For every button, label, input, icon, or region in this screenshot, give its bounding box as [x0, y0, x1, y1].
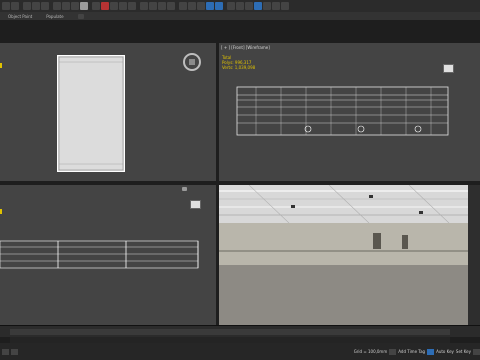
view-cube-icon[interactable]	[190, 200, 201, 209]
window-crossing-icon[interactable]	[80, 2, 88, 10]
unlink-icon[interactable]	[32, 2, 40, 10]
auto-key-label[interactable]: Auto Key	[436, 349, 454, 354]
command-panel-edge[interactable]	[468, 185, 480, 325]
auto-key-toggle[interactable]	[427, 348, 435, 355]
status-bar: Grid = 100,0mm Add Time Tag Auto Key Set…	[0, 343, 480, 360]
bind-icon[interactable]	[41, 2, 49, 10]
snap-icon[interactable]	[140, 2, 148, 10]
ceiling-truss	[219, 185, 468, 224]
hall-floor	[219, 265, 468, 325]
hall-wall	[219, 223, 468, 265]
view-cube-icon[interactable]	[183, 53, 201, 71]
tab-populate[interactable]: Populate	[46, 14, 63, 19]
select-by-name-icon[interactable]	[62, 2, 70, 10]
render-setup-icon[interactable]	[254, 2, 262, 10]
scene-explorer-icon[interactable]	[215, 2, 223, 10]
stats-verts: Verts: 1,039,098	[222, 65, 256, 70]
region-select-icon[interactable]	[71, 2, 79, 10]
layer-icon[interactable]	[206, 2, 214, 10]
angle-snap-icon[interactable]	[149, 2, 157, 10]
select-object-icon[interactable]	[53, 2, 61, 10]
timeline-track[interactable]	[10, 329, 450, 335]
viewport-marker	[0, 63, 2, 68]
left-wireframe-model[interactable]	[0, 240, 200, 270]
set-key-label[interactable]: Set Key	[456, 349, 471, 354]
time-tag-icon[interactable]	[389, 348, 397, 355]
maxscript-listener-icon[interactable]	[2, 348, 9, 355]
curve-editor-icon[interactable]	[227, 2, 235, 10]
grid-size: Grid = 100,0mm	[353, 349, 388, 354]
scene-statistics: Total Polys: 996,317 Verts: 1,039,098	[222, 55, 255, 70]
spinner-snap-icon[interactable]	[167, 2, 175, 10]
named-selection-icon[interactable]	[179, 2, 187, 10]
move-icon[interactable]	[92, 2, 100, 10]
main-toolbar	[0, 0, 480, 12]
front-wireframe-model[interactable]	[236, 85, 450, 137]
truss-lines	[219, 185, 468, 224]
timeline[interactable]	[0, 325, 480, 337]
selection-lock-icon[interactable]	[11, 348, 18, 355]
plan-wireframe	[58, 56, 124, 171]
viewport-perspective[interactable]	[219, 185, 468, 325]
link-icon[interactable]	[23, 2, 31, 10]
viewport-left[interactable]	[0, 185, 216, 325]
redo-icon[interactable]	[11, 2, 19, 10]
undo-icon[interactable]	[2, 2, 10, 10]
viewport-label[interactable]: [ + ] [Front] [Wireframe]	[221, 45, 270, 50]
viewport-front[interactable]: [ + ] [Front] [Wireframe] Total Polys: 9…	[219, 43, 480, 181]
building-plan-object[interactable]	[57, 55, 125, 172]
rotate-icon[interactable]	[101, 2, 109, 10]
add-time-tag[interactable]: Add Time Tag	[398, 349, 425, 354]
render-cloud-icon[interactable]	[281, 2, 289, 10]
ribbon-bar: Object Paint Populate	[0, 12, 480, 20]
viewport-marker	[0, 209, 2, 214]
key-filters-icon[interactable]	[473, 348, 480, 355]
mirror-icon[interactable]	[188, 2, 196, 10]
align-icon[interactable]	[197, 2, 205, 10]
view-cube-icon[interactable]	[443, 64, 454, 73]
scale-icon[interactable]	[110, 2, 118, 10]
viewport-maximize-icon[interactable]	[182, 187, 187, 191]
schematic-view-icon[interactable]	[236, 2, 244, 10]
viewport-top[interactable]	[0, 43, 216, 181]
wall-details	[219, 233, 468, 252]
material-editor-icon[interactable]	[245, 2, 253, 10]
placement-icon[interactable]	[119, 2, 127, 10]
ribbon-toggle-icon[interactable]	[77, 13, 84, 19]
render-frame-icon[interactable]	[263, 2, 271, 10]
pivot-icon[interactable]	[128, 2, 136, 10]
percent-snap-icon[interactable]	[158, 2, 166, 10]
tab-object-paint[interactable]: Object Paint	[8, 14, 32, 19]
render-icon[interactable]	[272, 2, 280, 10]
